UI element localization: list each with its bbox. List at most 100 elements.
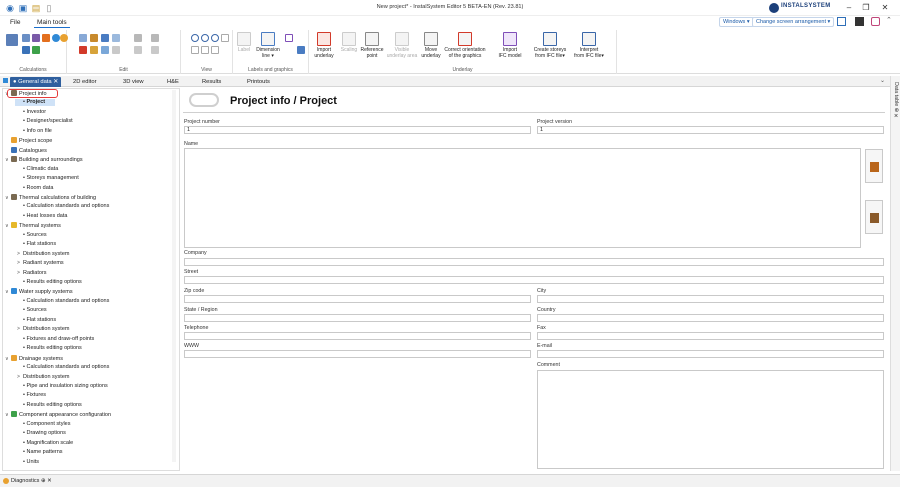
menu-file[interactable]: File [7,18,23,27]
tree-item[interactable]: • Info on file [17,128,52,135]
city-field[interactable] [537,295,884,303]
tree-item[interactable]: ∨ Thermal calculations of building [5,193,96,201]
tree-item[interactable]: • Climatic data [17,166,58,173]
settings-icon[interactable] [871,17,880,26]
scaling-button[interactable]: Scaling [337,32,361,54]
name-textarea[interactable] [184,148,861,248]
diagnostics-tab[interactable]: Diagnostics ⊕ ✕ [11,478,52,484]
select-icon[interactable] [112,34,120,42]
tab-printouts[interactable]: Printouts [244,77,273,87]
import-logo-button[interactable] [865,149,883,183]
calc-heat-icon[interactable] [42,34,50,42]
tree-item[interactable]: • Sources [17,232,47,239]
project-version-field[interactable]: 1 [537,126,884,134]
screen-arrangement-dropdown[interactable]: Change screen arrangement ▾ [752,17,835,27]
tree-item[interactable]: • Drawing options [17,430,66,437]
tree-item[interactable]: ∨ Component appearance configuration [5,411,111,418]
data-table-tab[interactable]: Data table ⊕ ✕ [893,82,899,120]
menu-main-tools[interactable]: Main tools [34,18,70,28]
tree-item[interactable]: • Designer/specialist [17,118,73,125]
street-field[interactable] [184,276,884,284]
rotate-icon[interactable] [134,46,142,54]
redo-icon[interactable] [151,34,159,42]
tree-item[interactable]: • Results editing options [17,402,82,409]
tabs-dropdown-icon[interactable]: ⌄ [880,77,885,84]
zip-code-field[interactable] [184,295,531,303]
calc-water-icon[interactable] [52,34,60,42]
tree-item[interactable]: • Fixtures [17,392,46,399]
tree-item[interactable]: > Radiant systems [17,260,64,267]
calc-list-icon[interactable] [6,34,18,46]
tree-item[interactable]: ∨ Drainage systems [5,354,63,362]
tree-item[interactable]: • Flat stations [17,241,56,248]
zoom-window-icon[interactable] [211,34,219,42]
tree-item[interactable]: • Flat stations [17,317,56,324]
graphics-text-icon[interactable] [297,46,305,54]
tab-he[interactable]: H&E [164,77,182,87]
collapse-ribbon-icon[interactable]: ⌃ [886,16,892,24]
export-logo-button[interactable] [865,200,883,234]
tree-item[interactable]: • Results editing options [17,279,82,286]
tree-item[interactable]: • Investor [17,109,46,116]
calc-check-icon[interactable] [32,46,40,54]
zoom-out-icon[interactable] [201,34,209,42]
close-button[interactable]: ✕ [878,2,892,14]
comment-textarea[interactable] [537,370,884,469]
minimize-button[interactable]: – [842,2,856,14]
tree-item[interactable]: • Units [17,459,39,466]
www-field[interactable] [184,350,531,358]
move-underlay-button[interactable]: Move underlay [419,32,443,59]
tree-item[interactable]: • Name patterns [17,449,63,456]
undo-icon[interactable] [134,34,142,42]
layout-icon[interactable] [837,17,846,26]
tree-item[interactable]: • Pipe and insulation sizing options [17,383,108,390]
calc-options-icon[interactable] [22,46,30,54]
telephone-field[interactable] [184,332,531,340]
tree-item[interactable]: • Magnification scale [17,440,73,447]
tree-item[interactable]: ∨ Building and surroundings [5,156,83,163]
country-field[interactable] [537,314,884,322]
tree-item[interactable]: • Calculation standards and options [17,364,109,371]
graphics-line-icon[interactable] [285,34,293,42]
visible-area-button[interactable]: Visible underlay area [385,32,419,59]
dark-mode-icon[interactable] [855,17,864,26]
windows-dropdown[interactable]: Windows ▾ [719,17,754,27]
tab-2d-editor[interactable]: 2D editor [70,77,100,87]
email-field[interactable] [537,350,884,358]
delete-icon[interactable] [79,46,87,54]
tree-item[interactable]: > Distribution system [17,251,69,258]
fax-field[interactable] [537,332,884,340]
tree-item[interactable]: > Distribution system [17,374,69,381]
format-icon[interactable] [101,34,109,42]
tree-item[interactable]: • Calculation standards and options [17,298,109,305]
import-ifc-button[interactable]: Import IFC model [493,32,527,59]
tree-item[interactable]: • Room data [17,185,53,192]
state-field[interactable] [184,314,531,322]
calc-building-icon[interactable] [32,34,40,42]
tab-general-data[interactable]: ● General data ✕ [10,77,62,87]
tree-scrollbar[interactable] [172,90,176,462]
reference-point-button[interactable]: Reference point [359,32,385,59]
copy-icon[interactable] [79,34,87,42]
zoom-in-icon[interactable] [191,34,199,42]
tree-item[interactable]: > Distribution system [17,326,69,333]
data-table-dock[interactable]: Data table ⊕ ✕ [890,76,900,471]
tab-results[interactable]: Results [199,77,224,87]
correct-orientation-button[interactable]: Correct orientation of the graphics [443,32,487,59]
zoom-extents-icon[interactable] [221,34,229,42]
tree-item[interactable]: • Project [15,99,55,107]
tree-item[interactable]: ∨ Thermal systems [5,222,61,229]
create-storeys-button[interactable]: Create storeys from IFC file▾ [531,32,569,59]
view-next-icon[interactable] [211,46,219,54]
tree-item[interactable]: ∨ Water supply systems [5,288,73,295]
tree-item[interactable]: > Radiators [17,270,47,277]
cut-icon[interactable] [90,46,98,54]
tree-item[interactable]: • Results editing options [17,345,82,352]
tree-item[interactable]: • Sources [17,307,47,314]
tree-item[interactable]: • Storeys management [17,175,79,182]
pan-icon[interactable] [191,46,199,54]
paste-icon[interactable] [90,34,98,42]
view-prev-icon[interactable] [201,46,209,54]
calc-icon[interactable] [22,34,30,42]
mirror-icon[interactable] [151,46,159,54]
